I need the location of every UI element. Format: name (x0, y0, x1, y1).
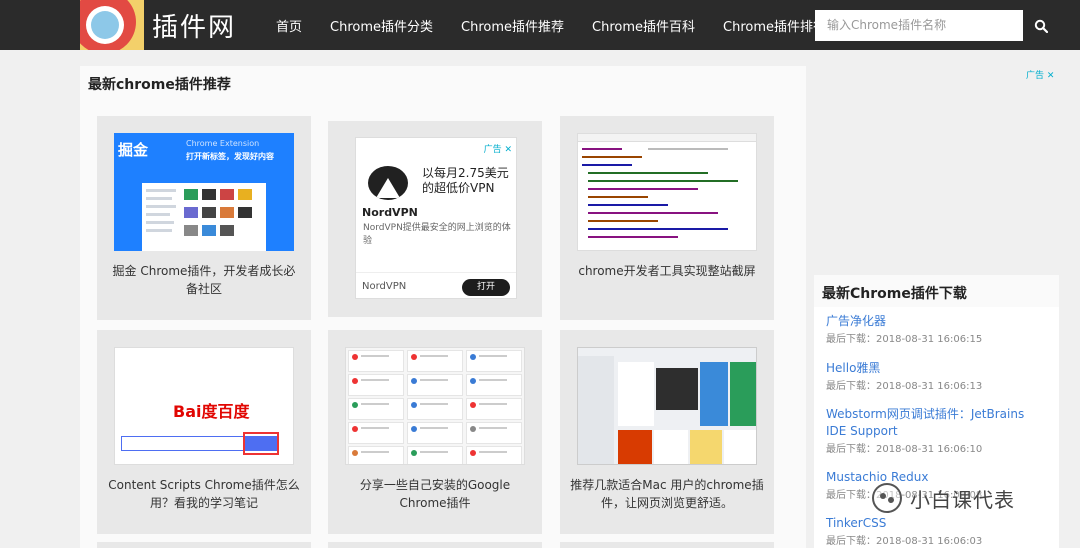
ad-footer-name: NordVPN (362, 281, 407, 292)
sidebar-ad-tag[interactable]: 广告 ✕ (1026, 68, 1054, 81)
ad-open-button[interactable]: 打开 (462, 279, 510, 296)
logo-text: 插件网 (152, 12, 237, 43)
baidu-logo: Bai度百度 (173, 402, 250, 421)
plugin-card-partial (97, 542, 311, 548)
search-button[interactable] (1024, 10, 1057, 41)
download-time: 最后下载：2018-08-31 16:06:15 (826, 334, 983, 345)
download-name[interactable]: TinkerCSS (826, 515, 1047, 532)
thumb-slogan: 打开新标签，发现好内容 (186, 152, 274, 161)
nav-ranking[interactable]: Chrome插件排行 (723, 16, 826, 35)
download-name[interactable]: Webstorm网页调试插件：JetBrains IDE Support (826, 406, 1047, 440)
plugin-caption: 推荐几款适合Mac 用户的chrome插件，让网页浏览更舒适。 (570, 478, 764, 510)
plugin-caption: 掘金 Chrome插件，开发者成长必备社区 (112, 264, 296, 296)
plugin-caption: 分享一些自己安装的Google Chrome插件 (359, 478, 511, 510)
plugin-caption: chrome开发者工具实现整站截屏 (578, 264, 756, 278)
plugin-card[interactable]: chrome开发者工具实现整站截屏 (560, 116, 774, 320)
nordvpn-ad[interactable]: 广告 ✕ NordVPN 以每月2.75美元的超低价VPN NordVPN提供最… (355, 137, 517, 299)
watermark: 小白课代表 (872, 483, 1015, 513)
download-item[interactable]: Hello雅黑 最后下载：2018-08-31 16:06:13 (814, 354, 1059, 402)
search-input[interactable]: 输入Chrome插件名称 (815, 10, 1023, 41)
plugin-thumbnail: 掘金 Chrome Extension 打开新标签，发现好内容 (114, 133, 294, 251)
plugin-thumbnail (577, 133, 757, 251)
watermark-text: 小白课代表 (910, 487, 1015, 512)
plugin-caption: Content Scripts Chrome插件怎么用？看我的学习笔记 (108, 478, 300, 510)
download-name[interactable]: Hello雅黑 (826, 360, 1047, 377)
plugin-card-partial (560, 542, 774, 548)
thumb-sub: Chrome Extension (186, 139, 260, 148)
plugin-card[interactable]: 分享一些自己安装的Google Chrome插件 (328, 330, 542, 534)
panel-title: 最新chrome插件推荐 (88, 77, 231, 93)
downloads-title: 最新Chrome插件下载 (822, 286, 967, 302)
nav-categories[interactable]: Chrome插件分类 (330, 16, 433, 35)
plugin-card[interactable]: Bai度百度 Content Scripts Chrome插件怎么用？看我的学习… (97, 330, 311, 534)
recommend-panel: 最新chrome插件推荐 掘金 Chrome Extension 打开新标签，发… (80, 66, 806, 548)
nordvpn-logo-icon (368, 166, 408, 200)
chrome-logo-icon (80, 0, 144, 50)
download-time: 最后下载：2018-08-31 16:06:03 (826, 536, 983, 547)
ad-close-tag[interactable]: 广告 ✕ (484, 142, 512, 155)
ad-body: NordVPN提供最安全的网上浏览的体验 (363, 223, 511, 246)
search-icon (1034, 19, 1048, 33)
ad-footer: NordVPN 打开 (356, 272, 516, 300)
wechat-icon (872, 483, 902, 513)
nav-recommend[interactable]: Chrome插件推荐 (461, 16, 564, 35)
download-item[interactable]: 广告净化器 最后下载：2018-08-31 16:06:15 (814, 307, 1059, 355)
nav-home[interactable]: 首页 (276, 16, 302, 35)
ad-headline: 以每月2.75美元的超低价VPN (422, 166, 509, 195)
thumb-logo: 掘金 (118, 141, 149, 159)
download-item[interactable]: TinkerCSS 最后下载：2018-08-31 16:06:03 (814, 509, 1059, 548)
plugin-thumbnail: Bai度百度 (114, 347, 294, 465)
plugin-thumbnail (345, 347, 525, 465)
plugin-card[interactable]: 掘金 Chrome Extension 打开新标签，发现好内容 掘金 Chrom… (97, 116, 311, 320)
plugin-thumbnail (577, 347, 757, 465)
download-time: 最后下载：2018-08-31 16:06:13 (826, 381, 983, 392)
download-item[interactable]: Webstorm网页调试插件：JetBrains IDE Support 最后下… (814, 400, 1059, 465)
download-time: 最后下载：2018-08-31 16:06:10 (826, 444, 983, 455)
nav-wiki[interactable]: Chrome插件百科 (592, 16, 695, 35)
plugin-card[interactable]: 推荐几款适合Mac 用户的chrome插件，让网页浏览更舒适。 (560, 330, 774, 534)
plugin-card-partial (328, 542, 542, 548)
site-logo[interactable]: 插件网 (80, 0, 240, 50)
top-navbar: 插件网 首页 Chrome插件分类 Chrome插件推荐 Chrome插件百科 … (0, 0, 1080, 50)
download-name[interactable]: 广告净化器 (826, 313, 1047, 330)
ad-brand: NordVPN (362, 206, 418, 219)
main-nav: 首页 Chrome插件分类 Chrome插件推荐 Chrome插件百科 Chro… (262, 0, 840, 50)
